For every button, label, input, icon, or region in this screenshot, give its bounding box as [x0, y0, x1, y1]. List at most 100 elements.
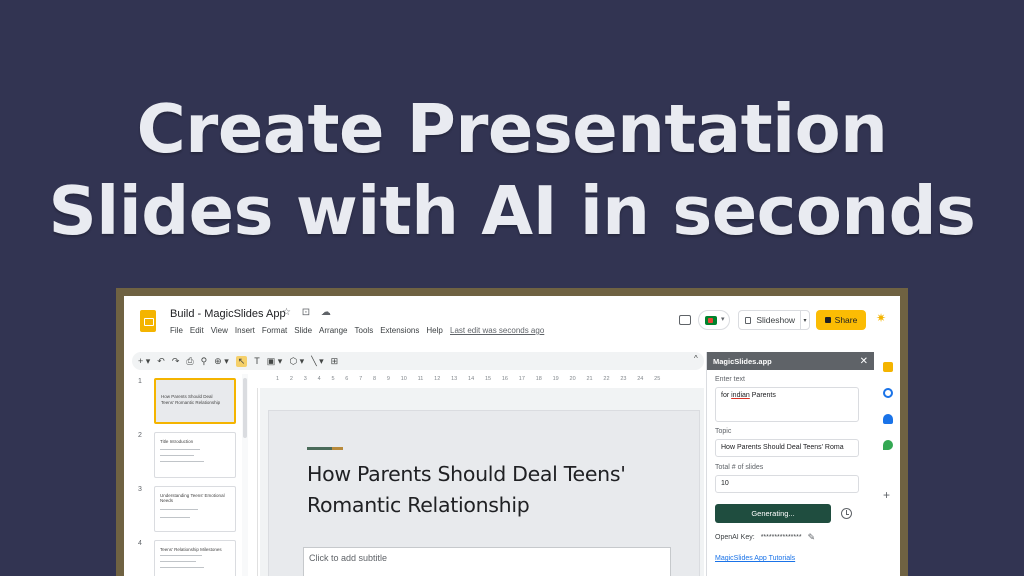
topic-field[interactable]: How Parents Should Deal Teens' Roma [715, 439, 859, 457]
history-icon[interactable] [841, 508, 852, 519]
share-label: Share [834, 315, 858, 325]
thumb-title: Teens' Relationship Milestones [160, 547, 222, 552]
openai-key-label: OpenAI Key: [715, 534, 755, 541]
thumb-title: Needs [160, 498, 174, 503]
add-addon-icon[interactable]: + [883, 488, 890, 502]
total-slides-field[interactable]: 10 [715, 475, 859, 493]
ruler-tick: 16 [501, 376, 508, 382]
ruler-tick: 7 [359, 376, 363, 382]
chevron-down-icon: ▾ [721, 316, 725, 323]
ruler-tick: 9 [386, 376, 390, 382]
ruler-tick: 20 [569, 376, 576, 382]
contacts-icon[interactable] [883, 414, 893, 424]
select-cursor-icon[interactable]: ↖ [235, 355, 248, 367]
document-title[interactable]: Build - MagicSlides App [170, 308, 286, 320]
headline-line-2: Slides with AI in seconds [48, 172, 976, 250]
close-icon[interactable]: ✕ [860, 356, 868, 367]
enter-text-label: Enter text [715, 376, 745, 383]
toolbar: + ▾ ↶ ↷ ⎙ ⚲ ⊕ ▾ ↖ T ▣ ▾ ⬡ ▾ ╲ ▾ ⊞ [132, 352, 704, 370]
menu-help[interactable]: Help [426, 326, 442, 335]
slide-number: 2 [138, 432, 142, 439]
ruler-tick: 13 [451, 376, 458, 382]
vertical-ruler [248, 388, 258, 576]
ruler-tick: 19 [552, 376, 559, 382]
zoom-icon[interactable]: ⊕ ▾ [214, 356, 229, 367]
thumb-title: How Parents Should Deal [161, 394, 213, 399]
enter-text-value-pre: for [721, 392, 732, 399]
slideshow-button[interactable]: Slideshow ▾ [738, 310, 810, 330]
ruler-tick: 11 [417, 376, 424, 382]
menu-bar: File Edit View Insert Format Slide Arran… [170, 326, 443, 335]
print-icon[interactable]: ⎙ [186, 356, 193, 367]
meet-button[interactable]: ▾ [698, 310, 730, 330]
side-rail: + [876, 352, 900, 576]
star-folder-cloud-icons[interactable]: ☆ ⊡ ☁ [282, 307, 335, 318]
menu-view[interactable]: View [211, 326, 228, 335]
slide-thumbnail-4[interactable]: Teens' Relationship Milestones [154, 540, 236, 576]
slide-title[interactable]: How Parents Should Deal Teens' Romantic … [307, 459, 697, 521]
line-icon[interactable]: ╲ ▾ [311, 356, 323, 367]
ruler-tick: 2 [289, 376, 293, 382]
slides-app-window: Build - MagicSlides App ☆ ⊡ ☁ File Edit … [124, 296, 900, 576]
new-slide-button[interactable]: + ▾ [138, 356, 150, 367]
enter-text-field[interactable]: for indian Parents [715, 387, 859, 422]
lock-icon [824, 317, 831, 323]
last-edit-link[interactable]: Last edit was seconds ago [450, 326, 544, 335]
subtitle-placeholder-text: Click to add subtitle [309, 553, 388, 563]
slide-thumbnail-1[interactable]: How Parents Should Deal Teens' Romantic … [154, 378, 236, 424]
headline: Create Presentation Slides with AI in se… [0, 88, 1024, 252]
panel-header: MagicSlides.app ✕ [707, 352, 874, 370]
slideshow-icon [745, 316, 752, 324]
menu-format[interactable]: Format [262, 326, 287, 335]
subtitle-placeholder[interactable]: Click to add subtitle [303, 547, 671, 576]
menu-insert[interactable]: Insert [235, 326, 255, 335]
insert-comment-icon[interactable]: ⊞ [331, 356, 339, 367]
slide-number: 1 [138, 378, 142, 385]
textbox-icon[interactable]: T [254, 356, 260, 366]
menu-edit[interactable]: Edit [190, 326, 204, 335]
generate-button[interactable]: Generating... [715, 504, 831, 523]
maps-icon[interactable] [883, 440, 893, 450]
thumb-text-line [160, 461, 204, 462]
slide-number: 3 [138, 486, 142, 493]
openai-key-value: *************** [760, 534, 802, 541]
menu-extensions[interactable]: Extensions [380, 326, 419, 335]
ruler-tick: 8 [373, 376, 377, 382]
thumb-text-line [160, 561, 196, 562]
title-accent-bar [307, 447, 343, 450]
keep-icon[interactable] [883, 362, 893, 372]
ruler-tick: 21 [586, 376, 593, 382]
ruler-tick: 15 [484, 376, 492, 382]
ruler-tick: 6 [345, 376, 349, 382]
current-slide[interactable]: How Parents Should Deal Teens' Romantic … [268, 410, 700, 576]
tasks-icon[interactable] [883, 388, 893, 398]
menu-slide[interactable]: Slide [294, 326, 312, 335]
image-icon[interactable]: ▣ ▾ [267, 356, 283, 367]
shape-icon[interactable]: ⬡ ▾ [289, 356, 304, 367]
slides-logo-icon[interactable] [140, 310, 156, 332]
share-button[interactable]: Share [816, 310, 866, 330]
slideshow-label: Slideshow [756, 315, 796, 325]
collapse-toolbar-icon[interactable]: ^ [694, 354, 698, 363]
slide-filmstrip: 1 How Parents Should Deal Teens' Romanti… [124, 374, 242, 576]
edit-icon[interactable]: ✎ [808, 532, 816, 543]
thumb-text-line [160, 517, 190, 518]
tutorials-link[interactable]: MagicSlides App Tutorials [715, 555, 795, 562]
thumb-text-line [160, 449, 200, 450]
total-slides-label: Total # of slides [715, 464, 764, 471]
top-bar: Build - MagicSlides App ☆ ⊡ ☁ File Edit … [124, 296, 900, 350]
menu-arrange[interactable]: Arrange [319, 326, 347, 335]
paint-format-icon[interactable]: ⚲ [201, 356, 208, 367]
account-avatar-icon[interactable]: ✷ [876, 311, 886, 325]
undo-icon[interactable]: ↶ [157, 356, 165, 367]
redo-icon[interactable]: ↷ [172, 356, 180, 367]
slideshow-dropdown-icon[interactable]: ▾ [800, 310, 809, 330]
comment-history-icon[interactable] [679, 315, 691, 325]
ruler-tick: 18 [535, 376, 542, 382]
slide-thumbnail-2[interactable]: Title Introduction [154, 432, 236, 478]
menu-tools[interactable]: Tools [355, 326, 374, 335]
thumb-title: Title Introduction [160, 439, 194, 444]
ruler-tick: 17 [518, 376, 525, 382]
slide-thumbnail-3[interactable]: Understanding Teens' Emotional Needs [154, 486, 236, 532]
menu-file[interactable]: File [170, 326, 183, 335]
